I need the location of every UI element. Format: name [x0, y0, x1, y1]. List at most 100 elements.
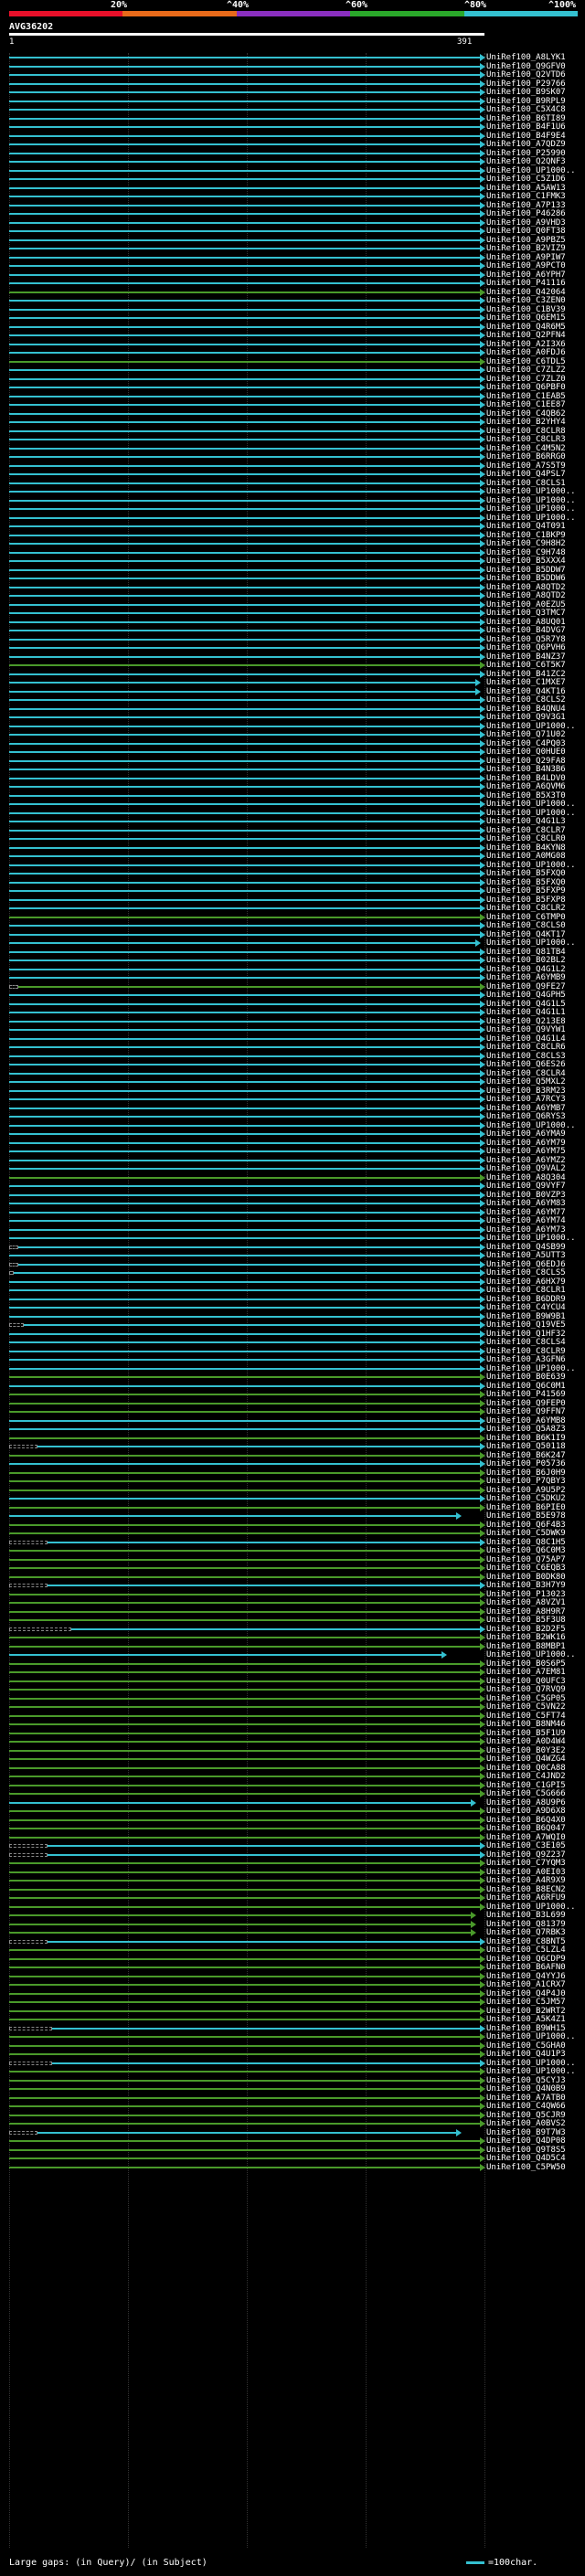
hit-label[interactable]: UniRef100_Q5R7Y8 — [486, 635, 566, 644]
hit-label[interactable]: UniRef100_Q29FA8 — [486, 757, 566, 766]
hit-row[interactable]: UniRef100_A8Q304 — [0, 1173, 585, 1182]
hit-row[interactable]: UniRef100_C5PW50 — [0, 2163, 585, 2172]
hit-row[interactable]: UniRef100_UP1000.. — [0, 1364, 585, 1373]
hit-row[interactable]: UniRef100_C8CLS4 — [0, 1338, 585, 1347]
hit-label[interactable]: UniRef100_A3GFN6 — [486, 1355, 566, 1364]
hit-row[interactable]: UniRef100_B5XXX4 — [0, 557, 585, 566]
hit-row[interactable]: UniRef100_C4PQ03 — [0, 739, 585, 748]
hit-row[interactable]: UniRef100_A9U5P2 — [0, 1486, 585, 1495]
hit-row[interactable]: UniRef100_Q42064 — [0, 288, 585, 297]
hit-label[interactable]: UniRef100_Q6C0M1 — [486, 1382, 566, 1391]
hit-label[interactable]: UniRef100_A4R9X9 — [486, 1876, 566, 1885]
hit-row[interactable]: UniRef100_Q9Z237 — [0, 1850, 585, 1860]
hit-row[interactable]: UniRef100_B9T7W3 — [0, 2128, 585, 2137]
hit-row[interactable]: UniRef100_Q8C1H5 — [0, 1538, 585, 1547]
hit-row[interactable]: UniRef100_Q9FE27 — [0, 982, 585, 991]
hit-label[interactable]: UniRef100_B2D2F5 — [486, 1625, 566, 1634]
hit-label[interactable]: UniRef100_A6YMB7 — [486, 1104, 566, 1113]
hit-label[interactable]: UniRef100_B0E639 — [486, 1373, 566, 1382]
hit-label[interactable]: UniRef100_Q9FE27 — [486, 982, 566, 991]
hit-label[interactable]: UniRef100_Q4D5C4 — [486, 2154, 566, 2163]
hit-row[interactable]: UniRef100_C5GHA0 — [0, 2041, 585, 2051]
hit-row[interactable]: UniRef100_C6TMP0 — [0, 913, 585, 922]
hit-label[interactable]: UniRef100_A6YMB8 — [486, 1416, 566, 1426]
hit-row[interactable]: UniRef100_A0BVS2 — [0, 2119, 585, 2128]
hit-label[interactable]: UniRef100_Q9VYW1 — [486, 1025, 566, 1034]
hit-label[interactable]: UniRef100_C8CLS3 — [486, 1052, 566, 1061]
hit-row[interactable]: UniRef100_C3ZEN0 — [0, 296, 585, 305]
hit-row[interactable]: UniRef100_B6K1I9 — [0, 1434, 585, 1443]
hit-label[interactable]: UniRef100_C7YQM3 — [486, 1859, 566, 1868]
hit-row[interactable]: UniRef100_A7P133 — [0, 201, 585, 210]
hit-label[interactable]: UniRef100_A6RFU9 — [486, 1893, 566, 1903]
hit-row[interactable]: UniRef100_B5DDW7 — [0, 566, 585, 575]
hit-row[interactable]: UniRef100_C4YCU4 — [0, 1303, 585, 1312]
hit-label[interactable]: UniRef100_B5FXP8 — [486, 896, 566, 905]
hit-row[interactable]: UniRef100_Q6C0M1 — [0, 1382, 585, 1391]
hit-row[interactable]: UniRef100_UP1000.. — [0, 1121, 585, 1130]
hit-row[interactable]: UniRef100_C3E105 — [0, 1841, 585, 1850]
hit-row[interactable]: UniRef100_B0DK80 — [0, 1573, 585, 1582]
hit-label[interactable]: UniRef100_A7S5T9 — [486, 461, 566, 471]
hit-row[interactable]: UniRef100_A6YM79 — [0, 1139, 585, 1148]
hit-row[interactable]: UniRef100_UP1000.. — [0, 1903, 585, 1912]
hit-label[interactable]: UniRef100_A0FDJ6 — [486, 348, 566, 357]
hit-label[interactable]: UniRef100_Q6F4B3 — [486, 1521, 566, 1530]
hit-label[interactable]: UniRef100_Q4N0B9 — [486, 2084, 566, 2094]
hit-row[interactable]: UniRef100_Q4G1L4 — [0, 1034, 585, 1044]
hit-label[interactable]: UniRef100_Q4T091 — [486, 522, 566, 531]
hit-label[interactable]: UniRef100_Q9V3G1 — [486, 713, 566, 722]
hit-row[interactable]: UniRef100_A8QTD2 — [0, 591, 585, 600]
hit-row[interactable]: UniRef100_A9PBZ5 — [0, 236, 585, 245]
hit-label[interactable]: UniRef100_Q9VYF7 — [486, 1182, 566, 1191]
hit-label[interactable]: UniRef100_B5FXQ0 — [486, 878, 566, 887]
hit-row[interactable]: UniRef100_UP1000.. — [0, 496, 585, 505]
hit-row[interactable]: UniRef100_C7ZLZ0 — [0, 375, 585, 384]
hit-label[interactable]: UniRef100_C8CLR4 — [486, 1069, 566, 1078]
hit-row[interactable]: UniRef100_C7YQM3 — [0, 1859, 585, 1868]
hit-row[interactable]: UniRef100_Q75AP7 — [0, 1555, 585, 1564]
hit-label[interactable]: UniRef100_Q0FT38 — [486, 227, 566, 236]
hit-row[interactable]: UniRef100_A9D6X8 — [0, 1807, 585, 1816]
hit-label[interactable]: UniRef100_C4M5N2 — [486, 444, 566, 453]
hit-label[interactable]: UniRef100_A5AW13 — [486, 184, 566, 193]
hit-row[interactable]: UniRef100_C8BNT5 — [0, 1937, 585, 1946]
hit-row[interactable]: UniRef100_Q6PBF0 — [0, 383, 585, 392]
hit-row[interactable]: UniRef100_C8CLS2 — [0, 695, 585, 705]
hit-row[interactable]: UniRef100_A5AW13 — [0, 184, 585, 193]
hit-label[interactable]: UniRef100_A0EI03 — [486, 1868, 566, 1877]
hit-row[interactable]: UniRef100_A0D4W4 — [0, 1737, 585, 1746]
hit-label[interactable]: UniRef100_Q6ES26 — [486, 1060, 566, 1069]
hit-row[interactable]: UniRef100_Q9FEP0 — [0, 1399, 585, 1408]
hit-row[interactable]: UniRef100_A5UTT3 — [0, 1251, 585, 1260]
hit-label[interactable]: UniRef100_UP1000.. — [486, 1364, 576, 1373]
hit-row[interactable]: UniRef100_Q9FFN7 — [0, 1407, 585, 1416]
hit-row[interactable]: UniRef100_C5FT74 — [0, 1712, 585, 1721]
hit-label[interactable]: UniRef100_Q6PBF0 — [486, 383, 566, 392]
hit-label[interactable]: UniRef100_Q6EDJ6 — [486, 1260, 566, 1269]
hit-row[interactable]: UniRef100_Q213E8 — [0, 1017, 585, 1026]
hit-row[interactable]: UniRef100_C5VN22 — [0, 1702, 585, 1712]
hit-row[interactable]: UniRef100_B6AFN0 — [0, 1963, 585, 1972]
hit-row[interactable]: UniRef100_B6TI89 — [0, 114, 585, 123]
hit-row[interactable]: UniRef100_C5LZL4 — [0, 1945, 585, 1955]
hit-label[interactable]: UniRef100_C8CLR1 — [486, 1286, 566, 1295]
hit-label[interactable]: UniRef100_B9WH15 — [486, 2024, 566, 2033]
hit-label[interactable]: UniRef100_A6YM77 — [486, 1208, 566, 1217]
hit-row[interactable]: UniRef100_UP1000.. — [0, 514, 585, 523]
hit-row[interactable]: UniRef100_A0EI03 — [0, 1868, 585, 1877]
hit-label[interactable]: UniRef100_C1BV39 — [486, 305, 566, 314]
hit-label[interactable]: UniRef100_B0VZP3 — [486, 1191, 566, 1200]
hit-row[interactable]: UniRef100_Q9GFV0 — [0, 62, 585, 71]
hit-row[interactable]: UniRef100_C1EAB5 — [0, 392, 585, 401]
hit-row[interactable]: UniRef100_B5E978 — [0, 1511, 585, 1521]
hit-label[interactable]: UniRef100_C8CLR7 — [486, 826, 566, 835]
hit-label[interactable]: UniRef100_B6Q047 — [486, 1824, 566, 1833]
hit-label[interactable]: UniRef100_B8ECN2 — [486, 1885, 566, 1894]
hit-row[interactable]: UniRef100_A6YM74 — [0, 1216, 585, 1225]
hit-label[interactable]: UniRef100_A9U5P2 — [486, 1486, 566, 1495]
hit-label[interactable]: UniRef100_B6Q4X0 — [486, 1816, 566, 1825]
hit-row[interactable]: UniRef100_A5K4Z1 — [0, 2015, 585, 2024]
hit-row[interactable]: UniRef100_C5Z1D6 — [0, 175, 585, 184]
hit-row[interactable]: UniRef100_P29766 — [0, 80, 585, 89]
